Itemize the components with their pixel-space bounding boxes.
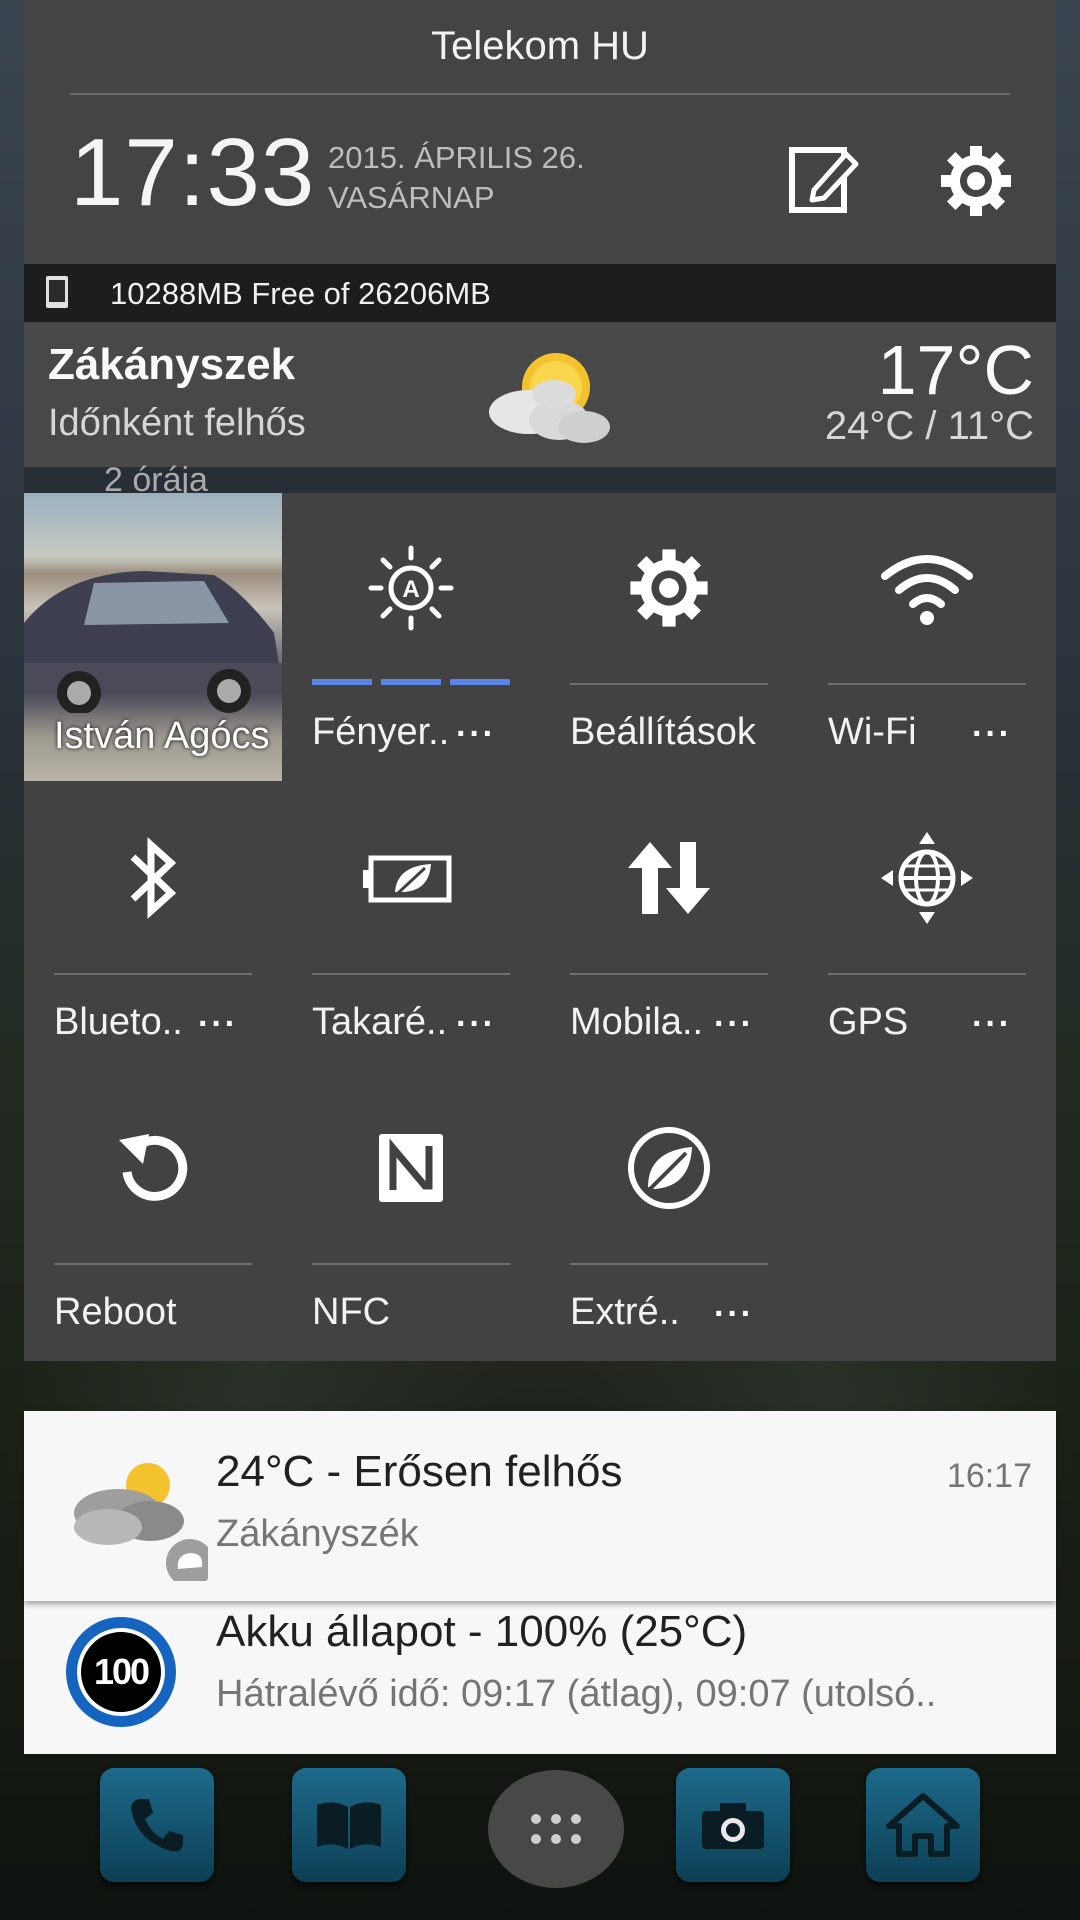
gear-icon [941,146,1011,216]
weather-temperature: 17°C [877,331,1034,409]
gear-icon [630,549,708,627]
tile-label: GPS [828,1001,909,1043]
edit-icon [789,147,859,213]
tile-label: Blueto.. [54,1001,183,1043]
divider [70,93,1010,95]
storage-bar: 10288MB Free of 26206MB [24,264,1056,322]
camera-icon [702,1803,764,1849]
tile-divider [54,1263,252,1265]
tile-gps[interactable]: GPS ··· [798,783,1056,1073]
nfc-icon [379,1134,443,1202]
dock-home[interactable] [866,1768,980,1882]
notification-time: 16:17 [946,1457,1032,1495]
tile-wifi[interactable]: Wi-Fi ··· [798,493,1056,783]
weather-notification[interactable]: 24°C - Erősen felhős Zákányszék 16:17 [24,1411,1056,1601]
auto-brightness-icon: A [368,545,454,631]
tile-reboot[interactable]: Reboot [24,1073,282,1363]
tile-settings[interactable]: Beállítások [540,493,798,783]
storage-text: 10288MB Free of 26206MB [110,276,491,311]
contact-photo [24,571,282,713]
phone-icon [131,1799,183,1852]
weather-description: Időnként felhős [48,402,306,444]
tile-mobile-data[interactable]: Mobila.. ··· [540,783,798,1073]
app-drawer-button[interactable] [488,1770,624,1888]
tile-bluetooth[interactable]: Blueto.. ··· [24,783,282,1073]
carrier-label: Telekom HU [431,24,649,68]
mobile-data-icon [628,842,710,914]
battery-notification[interactable]: 100 Akku állapot - 100% (25°C) Hátralévő… [24,1601,1056,1754]
more-options-button[interactable]: ··· [198,1005,238,1044]
brightness-level-2 [381,679,441,685]
tile-divider [312,1263,510,1265]
more-options-button[interactable]: ··· [972,715,1012,754]
book-icon [317,1802,381,1849]
power-saver-icon [363,855,452,903]
reboot-icon [119,1134,188,1201]
tile-label: Wi-Fi [828,711,917,753]
dock-book[interactable] [292,1768,406,1882]
gps-icon [881,832,973,924]
home-icon [886,1793,960,1857]
weekday-line: VASÁRNAP [328,180,495,215]
notification-title: 24°C - Erősen felhős [216,1447,623,1496]
weather-updated-strip: 2 órája [24,461,1056,499]
more-options-button[interactable]: ··· [972,1005,1012,1044]
weather-range: 24°C / 11°C [824,404,1034,448]
tile-divider [828,683,1026,685]
battery-badge-value: 100 [93,1651,150,1692]
date-line: 2015. ÁPRILIS 26. [328,140,585,175]
more-options-button[interactable]: ··· [714,1295,754,1334]
tile-label: Beállítások [570,711,756,753]
tile-label: NFC [312,1291,391,1333]
clock[interactable]: 17:33 [70,118,315,228]
contact-tile[interactable]: István Agócs [24,493,282,781]
tile-extreme-power-saver[interactable]: Extré.. ··· [540,1073,798,1363]
dock-phone[interactable] [100,1768,214,1882]
bluetooth-icon [130,837,177,919]
more-options-button[interactable]: ··· [456,1005,496,1044]
tile-label: Mobila.. [570,1001,704,1043]
notification-header: Telekom HU 17:33 2015. ÁPRILIS 26. VASÁR… [24,0,1056,264]
tile-divider [570,1263,768,1265]
more-options-button[interactable]: ··· [456,715,496,754]
brightness-level-1 [312,679,372,685]
partly-cloudy-icon [489,353,610,443]
tile-label: Takaré.. [312,1001,448,1043]
sd-card-icon [46,276,68,308]
date-label[interactable]: 2015. ÁPRILIS 26. VASÁRNAP [328,138,585,218]
notification-subtitle: Hátralévő idő: 09:17 (átlag), 09:07 (uto… [216,1673,937,1715]
notification-subtitle: Zákányszék [216,1513,419,1555]
battery-badge-icon: 100 [66,1617,176,1727]
wifi-icon [881,555,973,625]
tile-divider [570,973,768,975]
tile-divider [312,973,510,975]
notification-title: Akku állapot - 100% (25°C) [216,1607,748,1656]
weather-widget[interactable]: Zákányszek Időnként felhős 17°C 24°C / 1… [24,322,1056,467]
tile-label: Extré.. [570,1291,680,1333]
extreme-power-saver-icon [628,1127,710,1209]
app-drawer-icon [531,1814,581,1844]
tile-label: Fényer.. [312,711,450,753]
dock-camera[interactable] [676,1768,790,1882]
tile-nfc[interactable]: NFC [282,1073,540,1363]
contact-name: István Agócs [54,715,270,757]
tile-divider [828,973,1026,975]
cloudy-icon [74,1463,208,1581]
svg-text:A: A [402,576,419,603]
quick-settings-panel: István Agócs A Fényer.. ··· Beállítások … [24,493,1056,1361]
tile-label: Reboot [54,1291,177,1333]
tile-divider [54,973,252,975]
tile-brightness[interactable]: A Fényer.. ··· [282,493,540,783]
more-options-button[interactable]: ··· [714,1005,754,1044]
settings-button[interactable] [937,142,1015,220]
tile-power-saver[interactable]: Takaré.. ··· [282,783,540,1073]
weather-city: Zákányszek [48,340,296,389]
tile-divider [570,683,768,685]
brightness-level-3 [450,679,510,685]
edit-button[interactable] [784,140,862,218]
